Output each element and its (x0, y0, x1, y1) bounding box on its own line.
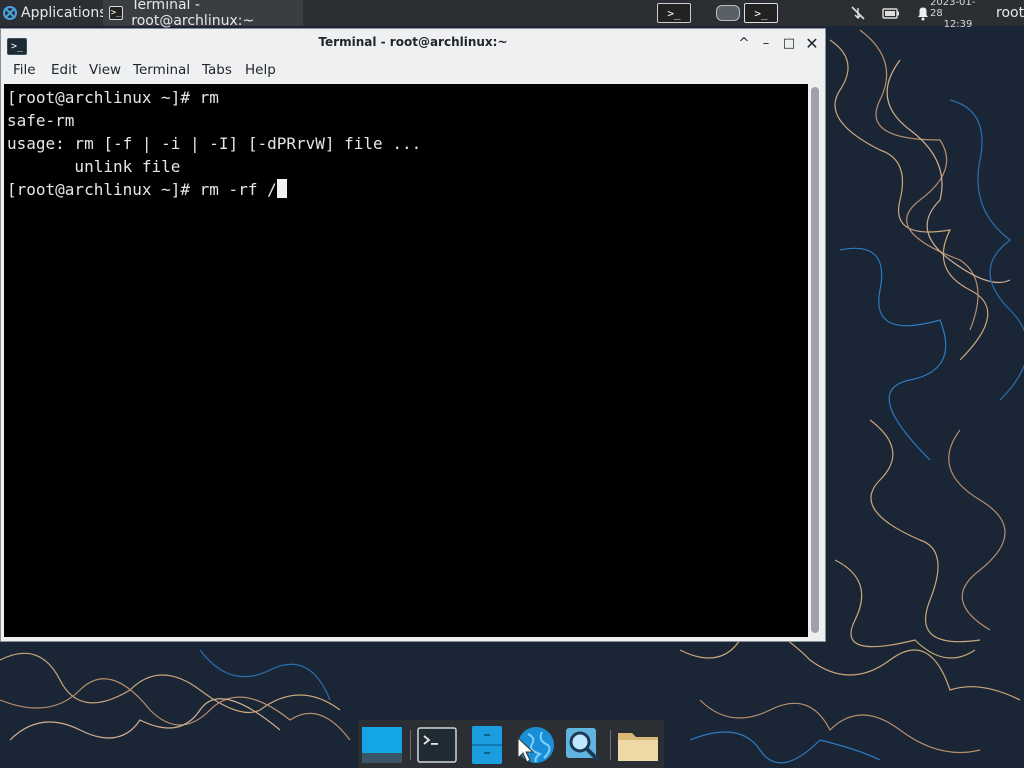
taskbar-window-title: Terminal - root@archlinux:~ (131, 0, 255, 29)
terminal-app-icon (417, 727, 457, 763)
clock[interactable]: 2023-01-28 12:39 (930, 0, 986, 30)
menu-edit[interactable]: Edit (51, 62, 77, 78)
text-cursor (276, 179, 287, 198)
taskbar-window-button[interactable]: >_ Terminal - root@archlinux:~ (103, 0, 303, 29)
folder-icon (618, 733, 658, 761)
terminal-line: [root@archlinux ~]# rm (7, 88, 219, 107)
terminal-icon: >_ (109, 6, 124, 20)
terminal-scrollbar[interactable] (809, 84, 822, 637)
menu-view[interactable]: View (89, 62, 121, 78)
network-disconnected-icon[interactable] (849, 4, 867, 22)
terminal-prompt-line: [root@archlinux ~]# rm -rf / (7, 178, 808, 201)
window-title: Terminal - root@archlinux:~ (318, 35, 508, 49)
scrollbar-thumb[interactable] (811, 87, 819, 633)
applications-label: Applications (21, 5, 107, 21)
notifications-bell-icon[interactable] (915, 4, 931, 22)
system-tray (845, 0, 935, 26)
clock-time: 12:39 (943, 18, 973, 30)
terminal-line: safe-rm (7, 111, 75, 130)
terminal-line: unlink file (7, 157, 181, 176)
battery-icon[interactable] (881, 4, 901, 22)
dock-terminal[interactable] (415, 723, 459, 767)
menu-bar: File Edit View Terminal Tabs Help (1, 57, 825, 83)
menu-terminal[interactable]: Terminal (133, 62, 190, 78)
applications-menu-button[interactable]: Applications (2, 0, 107, 26)
window-thumbnail-icon (716, 5, 740, 21)
show-desktop-icon (362, 727, 402, 763)
window-titlebar[interactable]: >_ Terminal - root@archlinux:~ ^ – □ ✕ (1, 29, 825, 57)
terminal-line: usage: rm [-f | -i | -I] [-dPRrvW] file … (7, 134, 422, 153)
maximize-button[interactable]: □ (780, 34, 798, 52)
dock-file-cabinet[interactable] (465, 723, 509, 767)
user-name: root (996, 5, 1024, 21)
dock-separator (410, 730, 411, 760)
terminal-window: >_ Terminal - root@archlinux:~ ^ – □ ✕ F… (0, 28, 826, 642)
menu-tabs[interactable]: Tabs (202, 62, 232, 78)
search-magnifier-icon (566, 728, 600, 762)
menu-help[interactable]: Help (245, 62, 276, 78)
top-panel: Applications >_ Terminal - root@archlinu… (0, 0, 1024, 30)
terminal-output[interactable]: [root@archlinux ~]# rm safe-rm usage: rm… (4, 84, 808, 637)
dock (358, 720, 664, 768)
dock-file-manager[interactable] (616, 723, 660, 767)
close-button[interactable]: ✕ (803, 34, 821, 53)
clock-date: 2023-01-28 (930, 0, 976, 19)
keep-above-button[interactable]: ^ (735, 34, 753, 52)
dock-app-finder[interactable] (561, 723, 605, 767)
minimize-button[interactable]: – (757, 34, 775, 52)
workspace-2-button[interactable]: >_ (716, 0, 778, 26)
file-cabinet-icon (472, 726, 502, 764)
terminal-current-command: [root@archlinux ~]# rm -rf / (7, 180, 277, 199)
terminal-icon: >_ (657, 3, 691, 23)
dock-separator (610, 730, 611, 760)
terminal-icon: >_ (744, 3, 778, 23)
dock-web-browser[interactable] (513, 723, 557, 767)
menu-file[interactable]: File (13, 62, 36, 78)
workspace-1-button[interactable]: >_ (656, 0, 692, 26)
dock-show-desktop[interactable] (360, 723, 404, 767)
web-browser-globe-icon (517, 727, 554, 763)
xfce-logo-icon (3, 6, 17, 20)
user-menu[interactable]: root (996, 0, 1024, 26)
